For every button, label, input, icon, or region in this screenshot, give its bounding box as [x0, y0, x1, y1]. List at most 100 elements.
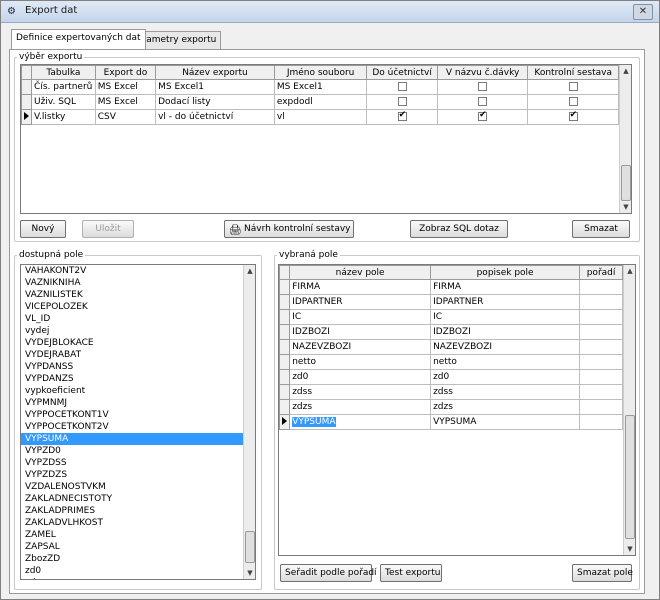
table-row[interactable]: IDZBOZI IDZBOZI	[279, 324, 623, 340]
table-row[interactable]: zdss zdss	[279, 384, 623, 400]
row-indicator[interactable]	[279, 294, 291, 310]
cell-poradi[interactable]	[579, 324, 623, 340]
scroll-up-icon[interactable]: ▲	[620, 65, 631, 77]
row-indicator[interactable]	[279, 279, 291, 295]
table-row[interactable]: Čís. partnerů MS Excel MS Excel1 MS Excel1	[21, 79, 619, 95]
davka-checkbox[interactable]	[478, 82, 488, 91]
cell-nazev[interactable]: IDPARTNER	[289, 294, 432, 310]
cell-popisek[interactable]: zd0	[430, 369, 581, 385]
row-indicator[interactable]	[279, 339, 291, 355]
col-poradi[interactable]: pořadí	[579, 265, 623, 280]
cell-popisek[interactable]: zdss	[430, 384, 581, 400]
close-button[interactable]: ✕	[633, 4, 653, 20]
table-row[interactable]: FIRMA FIRMA	[279, 279, 623, 295]
available-list-scrollbar[interactable]: ▲ ▼	[243, 265, 255, 579]
list-item[interactable]: ZAMEL	[21, 529, 255, 541]
cell-poradi[interactable]	[579, 354, 623, 370]
cell-nazev[interactable]: Dodací listy	[155, 94, 275, 110]
list-item[interactable]: ZAKLADNECISTOTY	[21, 493, 255, 505]
scroll-down-icon[interactable]: ▼	[624, 543, 635, 555]
cell-tabulka[interactable]: Čís. partnerů	[31, 79, 96, 95]
test-exportu-button[interactable]: Test exportu	[380, 564, 442, 582]
cell-nazev[interactable]: IC	[289, 309, 432, 325]
list-item[interactable]: vydej	[21, 325, 255, 337]
tab-definice[interactable]: Definice expertovaných dat	[11, 29, 146, 49]
list-item[interactable]: ZbozZD	[21, 553, 255, 565]
cell-poradi[interactable]	[579, 339, 623, 355]
col-nazev-exportu[interactable]: Název exportu	[155, 65, 275, 80]
navrh-kontrolni-sestavy-button[interactable]: 🖨 Návrh kontrolní sestavy	[224, 220, 354, 238]
scroll-up-icon[interactable]: ▲	[624, 265, 635, 277]
cell-soubor[interactable]: expdodl	[273, 94, 368, 110]
cell-popisek[interactable]: VYPSUMA	[430, 414, 581, 430]
table-row[interactable]: IDPARTNER IDPARTNER	[279, 294, 623, 310]
scroll-thumb[interactable]	[621, 165, 631, 201]
list-item[interactable]: zd0	[21, 565, 255, 577]
list-item[interactable]: VYPZD0	[21, 445, 255, 457]
novy-button[interactable]: Nový	[20, 220, 66, 238]
davka-checkbox[interactable]	[478, 111, 488, 121]
row-indicator[interactable]	[279, 309, 291, 325]
ucetnictvi-checkbox[interactable]	[397, 97, 407, 106]
table-row[interactable]: Uživ. SQL MS Excel Dodací listy expdodl	[21, 94, 619, 110]
seradit-button[interactable]: Seřadit podle pořadí	[280, 564, 377, 582]
title-bar[interactable]: ⚙ Export dat ✕	[1, 1, 659, 23]
selected-fields-grid[interactable]: název pole popisek pole pořadí FIRMA FIRM…	[278, 264, 636, 556]
smazat-pole-button[interactable]: Smazat pole	[572, 564, 633, 582]
row-indicator[interactable]	[279, 324, 291, 340]
list-item[interactable]: VAZNIKNIHA	[21, 277, 255, 289]
cell-poradi[interactable]	[579, 294, 623, 310]
col-jmeno-souboru[interactable]: Jméno souboru	[273, 65, 368, 80]
row-indicator[interactable]	[279, 354, 291, 370]
cell-poradi[interactable]	[579, 414, 623, 430]
list-item[interactable]: VICEPOLOZEK	[21, 301, 255, 313]
row-indicator[interactable]	[21, 109, 33, 125]
cell-poradi[interactable]	[579, 309, 623, 325]
table-row[interactable]: IC IC	[279, 309, 623, 325]
cell-nazev[interactable]: netto	[289, 354, 432, 370]
row-indicator[interactable]	[279, 369, 291, 385]
table-row[interactable]: V.listky CSV vl - do účetnictví vl	[21, 109, 619, 125]
cell-soubor[interactable]: vl	[273, 109, 368, 125]
list-item[interactable]: VYDEJBLOKACE	[21, 337, 255, 349]
cell-poradi[interactable]	[579, 369, 623, 385]
cell-nazev[interactable]: zdss	[289, 384, 432, 400]
zobraz-sql-button[interactable]: Zobraz SQL dotaz	[410, 220, 508, 238]
list-item[interactable]: vypkoeficient	[21, 385, 255, 397]
col-kontrolni-sestava[interactable]: Kontrolní sestava	[527, 65, 619, 80]
scroll-thumb[interactable]	[625, 415, 635, 539]
cell-nazev[interactable]: VYPSUMA	[289, 414, 432, 430]
table-row[interactable]: netto netto	[279, 354, 623, 370]
table-row[interactable]: zd0 zd0	[279, 369, 623, 385]
col-tabulka[interactable]: Tabulka	[31, 65, 96, 80]
ucetnictvi-checkbox[interactable]	[397, 111, 407, 121]
list-item[interactable]: VYPMNMJ	[21, 397, 255, 409]
list-item[interactable]: zdss	[21, 577, 255, 579]
table-row[interactable]: VYPSUMA VYPSUMA	[279, 414, 623, 430]
cell-poradi[interactable]	[579, 384, 623, 400]
cell-nazev[interactable]: NAZEVZBOZI	[289, 339, 432, 355]
list-item[interactable]: ZAKLADVLHKOST	[21, 517, 255, 529]
davka-checkbox[interactable]	[478, 97, 488, 106]
list-item[interactable]: VYPSUMA	[21, 433, 255, 445]
export-grid[interactable]: Tabulka Export do Název exportu Jméno so…	[20, 64, 632, 214]
cell-popisek[interactable]: netto	[430, 354, 581, 370]
scroll-thumb[interactable]	[245, 531, 255, 563]
list-item[interactable]: VZDALENOSTVKM	[21, 481, 255, 493]
ulozit-button[interactable]: Uložit	[82, 220, 134, 238]
table-row[interactable]: NAZEVZBOZI NAZEVZBOZI	[279, 339, 623, 355]
cell-nazev[interactable]: zd0	[289, 369, 432, 385]
row-indicator[interactable]	[279, 399, 291, 415]
list-item[interactable]: VL_ID	[21, 313, 255, 325]
export-grid-scrollbar[interactable]: ▲ ▼	[619, 65, 631, 213]
list-item[interactable]: ZAKLADPRIMES	[21, 505, 255, 517]
list-item[interactable]: VYPDANSS	[21, 361, 255, 373]
scroll-up-icon[interactable]: ▲	[244, 265, 255, 277]
cell-soubor[interactable]: MS Excel1	[273, 79, 368, 95]
scroll-down-icon[interactable]: ▼	[620, 201, 631, 213]
list-item[interactable]: VYPPOCETKONT1V	[21, 409, 255, 421]
cell-tabulka[interactable]: Uživ. SQL	[31, 94, 96, 110]
row-indicator[interactable]	[279, 414, 291, 430]
cell-popisek[interactable]: IC	[430, 309, 581, 325]
cell-nazev[interactable]: IDZBOZI	[289, 324, 432, 340]
